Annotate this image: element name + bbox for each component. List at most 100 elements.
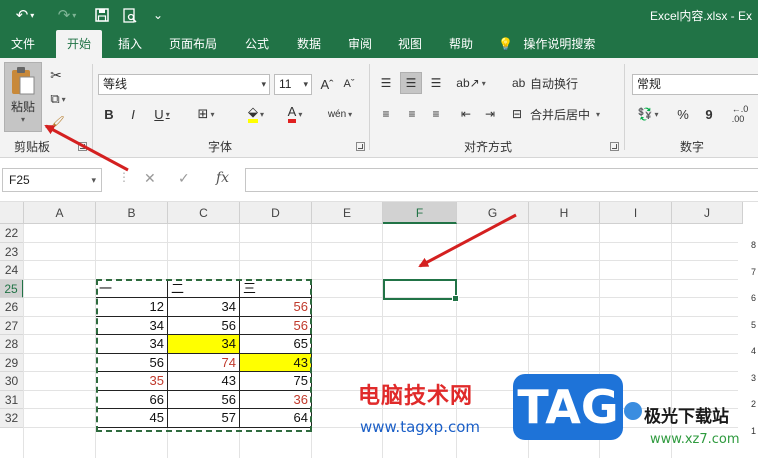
accounting-format-button[interactable]: 💱 ▾: [632, 103, 664, 125]
column-header-a[interactable]: A: [24, 202, 96, 224]
borders-button[interactable]: ⊞ ▾: [192, 103, 220, 125]
bold-button[interactable]: B: [100, 103, 118, 125]
row-header-25[interactable]: 25: [0, 279, 24, 298]
font-color-button[interactable]: A ▾: [280, 103, 310, 125]
tab-help[interactable]: 帮助: [440, 30, 482, 58]
align-left-button[interactable]: ≡: [376, 103, 396, 125]
formula-input[interactable]: [245, 168, 758, 192]
save-button[interactable]: [92, 4, 112, 26]
tab-review[interactable]: 审阅: [340, 30, 380, 58]
column-header-b[interactable]: B: [96, 202, 168, 224]
merge-center-icon: ⊟: [512, 107, 523, 121]
tab-insert[interactable]: 插入: [110, 30, 150, 58]
middle-align-button[interactable]: ☰: [400, 72, 422, 94]
font-size-combo[interactable]: 11 ▾: [274, 74, 312, 95]
check-icon: ✓: [178, 170, 190, 186]
merge-center-button[interactable]: ⊟ 合并后居中 ▾: [512, 103, 616, 125]
italic-button[interactable]: I: [124, 103, 142, 125]
edge-number-label: 7: [750, 266, 756, 277]
row-header-30[interactable]: 30: [0, 372, 24, 391]
cancel-button[interactable]: ✕: [144, 170, 156, 187]
customize-qat-button[interactable]: ⌄: [150, 4, 166, 26]
number-format-combo[interactable]: 常规: [632, 74, 758, 95]
print-preview-button[interactable]: [120, 4, 140, 26]
active-cell-f25[interactable]: [383, 279, 459, 302]
grow-font-button[interactable]: Aˆ: [318, 73, 336, 95]
column-header-c[interactable]: C: [168, 202, 240, 224]
tab-home[interactable]: 开始: [56, 30, 102, 58]
copy-icon: ⧉: [50, 91, 60, 106]
column-header-j[interactable]: J: [672, 202, 743, 224]
chevron-down-icon: ▾: [261, 79, 266, 89]
edge-number-label: 1: [750, 425, 756, 436]
increase-decimal-button[interactable]: ←.0.00: [726, 103, 754, 125]
decrease-indent-button[interactable]: ⇤: [456, 103, 476, 125]
wrap-text-button[interactable]: ab 自动换行: [512, 72, 586, 94]
tell-me-search[interactable]: 💡 操作说明搜索: [498, 30, 608, 58]
align-right-button[interactable]: ≡: [426, 103, 446, 125]
row-header-32[interactable]: 32: [0, 409, 24, 428]
column-header-h[interactable]: H: [529, 202, 600, 224]
tab-page-layout[interactable]: 页面布局: [160, 30, 226, 58]
increase-decimal-icon: ←.0.00: [731, 104, 749, 124]
insert-function-button[interactable]: fx: [216, 170, 229, 186]
tab-formulas[interactable]: 公式: [236, 30, 278, 58]
watermark-url: www.tagxp.com: [360, 418, 480, 436]
copy-button[interactable]: ⧉ ▾: [46, 88, 70, 110]
fill-color-button[interactable]: ⬙ ▾: [240, 103, 272, 125]
watermark-site-url: www.xz7.com: [650, 432, 740, 447]
comma-style-button[interactable]: 9: [700, 103, 718, 125]
cut-button[interactable]: ✂: [46, 64, 66, 86]
undo-button[interactable]: ↶ ▾: [10, 4, 40, 26]
shrink-font-button[interactable]: Aˇ: [340, 73, 358, 95]
row-header-29[interactable]: 29: [0, 353, 24, 372]
tab-file[interactable]: 文件: [4, 30, 42, 58]
row-header-24[interactable]: 24: [0, 261, 24, 280]
alignment-launcher[interactable]: [610, 142, 619, 151]
select-all-corner[interactable]: [0, 202, 24, 224]
increase-indent-button[interactable]: ⇥: [480, 103, 500, 125]
column-header-g[interactable]: G: [457, 202, 529, 224]
row-header-27[interactable]: 27: [0, 316, 24, 335]
top-align-button[interactable]: ☰: [376, 72, 396, 94]
orientation-button[interactable]: ab↗ ▾: [456, 72, 486, 94]
merge-center-label: 合并后居中: [530, 107, 591, 122]
underline-button[interactable]: U ▾: [148, 103, 176, 125]
tab-data[interactable]: 数据: [288, 30, 330, 58]
percent-button[interactable]: %: [674, 103, 692, 125]
row-header-22[interactable]: 22: [0, 224, 24, 243]
middle-align-icon: ☰: [405, 76, 417, 90]
bold-icon: B: [104, 106, 114, 122]
phonetic-icon: wén: [327, 108, 347, 120]
enter-button[interactable]: ✓: [178, 170, 190, 187]
bottom-align-button[interactable]: ☰: [426, 72, 446, 94]
column-header-e[interactable]: E: [312, 202, 383, 224]
column-header-d[interactable]: D: [240, 202, 312, 224]
paste-button[interactable]: 粘贴 ▾: [4, 62, 42, 132]
number-group-label: 数字: [680, 140, 705, 154]
lightbulb-icon: 💡: [498, 37, 513, 51]
row-header-23[interactable]: 23: [0, 242, 24, 261]
column-header-i[interactable]: I: [600, 202, 672, 224]
redo-icon: ↷: [57, 7, 71, 24]
name-box[interactable]: F25 ▾: [2, 168, 102, 192]
phonetic-button[interactable]: wén ▾: [322, 103, 358, 125]
chevron-down-icon: ▾: [91, 175, 96, 185]
tab-view[interactable]: 视图: [390, 30, 430, 58]
more-options-icon: ⋮: [118, 170, 130, 184]
font-launcher[interactable]: [356, 142, 365, 151]
align-center-button[interactable]: ≡: [402, 103, 422, 125]
wrap-text-icon: ab: [512, 76, 526, 90]
clipboard-launcher[interactable]: [78, 142, 87, 151]
column-header-f[interactable]: F: [383, 202, 457, 224]
row-header-26[interactable]: 26: [0, 298, 24, 317]
grow-font-icon: Aˆ: [320, 76, 334, 92]
row-header-28[interactable]: 28: [0, 335, 24, 354]
chevron-down-icon: ▾: [20, 115, 25, 124]
redo-button[interactable]: ↷ ▾: [52, 4, 82, 26]
scissors-icon: ✂: [50, 66, 62, 83]
row-header-31[interactable]: 31: [0, 390, 24, 409]
format-painter-button[interactable]: 🖌: [46, 112, 66, 134]
font-name-combo[interactable]: 等线 ▾: [98, 74, 270, 95]
edge-number-label: 8: [750, 240, 756, 250]
